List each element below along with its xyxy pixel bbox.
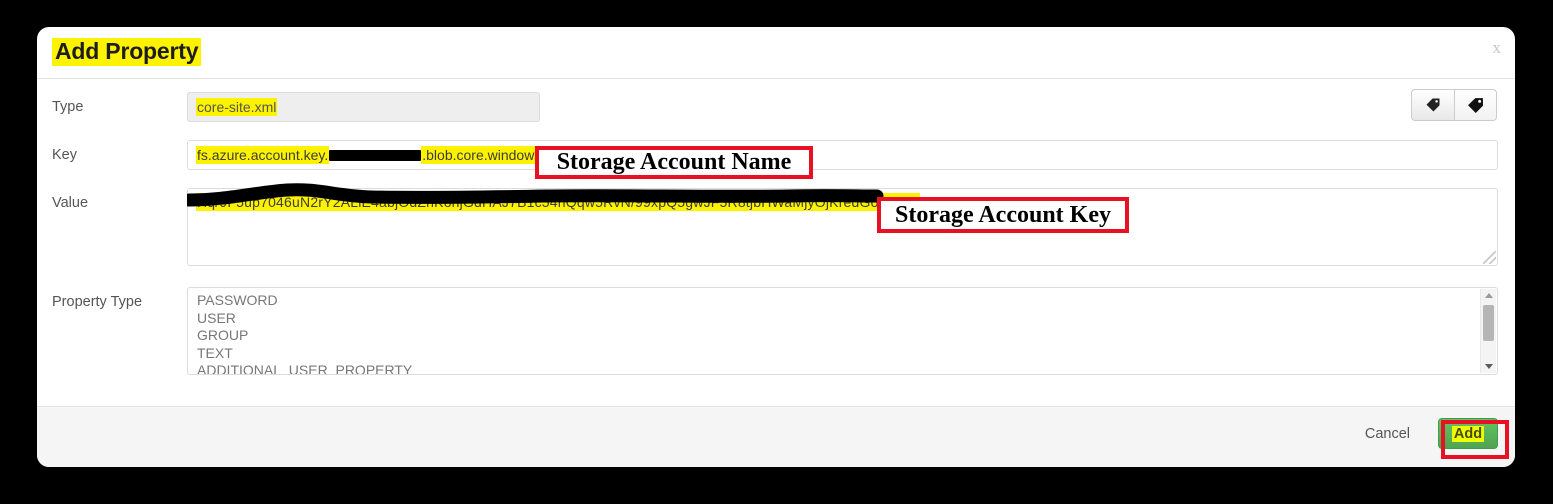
annotation-text: Storage Account Key [895, 201, 1111, 228]
key-redaction-bar [329, 150, 422, 161]
type-label: Type [52, 99, 84, 115]
property-type-listbox[interactable]: PASSWORD USER GROUP TEXT ADDITIONAL_USER… [187, 287, 1498, 375]
value-label: Value [52, 195, 89, 211]
key-input[interactable]: fs.azure.account.key. .blob.core.windows.… [187, 140, 1498, 170]
type-value: core-site.xml [196, 98, 278, 116]
add-property-dialog: Add Property x Type core-site.xml Key fs… [37, 27, 1515, 467]
page-title: Add Property [52, 38, 202, 67]
type-input[interactable]: core-site.xml [187, 92, 540, 122]
dialog-header: Add Property x [37, 27, 1515, 79]
key-value-prefix: fs.azure.account.key. [196, 146, 330, 164]
tag-filled-icon [1468, 97, 1483, 113]
tag-filled-icon-button[interactable] [1454, 89, 1497, 121]
tag-icon [1426, 98, 1440, 112]
annotation-add-button-highlight [1441, 420, 1509, 459]
list-item[interactable]: ADDITIONAL_USER_PROPERTY [188, 362, 1497, 374]
value-input[interactable]: Hq/9F5up7046uN2rY2ALiE4abjOdZnKohjGdHAJ7… [187, 188, 1498, 266]
cancel-button[interactable]: Cancel [1365, 426, 1410, 442]
property-type-label: Property Type [52, 294, 143, 310]
annotation-storage-account-key: Storage Account Key [877, 197, 1129, 233]
annotation-storage-account-name: Storage Account Name [535, 146, 813, 179]
list-item[interactable]: PASSWORD [188, 292, 1497, 310]
scroll-down-icon[interactable] [1481, 360, 1496, 373]
list-item[interactable]: USER [188, 310, 1497, 328]
tag-button-group [1411, 89, 1497, 121]
textarea-resize-handle[interactable] [1483, 251, 1496, 264]
scrollbar-thumb[interactable] [1483, 305, 1494, 341]
scroll-up-icon[interactable] [1481, 289, 1496, 302]
dialog-footer: Cancel Add [37, 406, 1515, 467]
listbox-scrollbar[interactable] [1480, 289, 1496, 373]
dialog-body: Type core-site.xml Key fs.azure.account.… [37, 79, 1515, 406]
annotation-text: Storage Account Name [556, 149, 792, 175]
close-icon[interactable]: x [1493, 39, 1502, 56]
list-item[interactable]: TEXT [188, 345, 1497, 363]
key-label: Key [52, 147, 77, 163]
list-item[interactable]: GROUP [188, 327, 1497, 345]
value-text: Hq/9F5up7046uN2rY2ALiE4abjOdZnKohjGdHAJ7… [196, 193, 921, 211]
tag-icon-button[interactable] [1411, 89, 1454, 121]
